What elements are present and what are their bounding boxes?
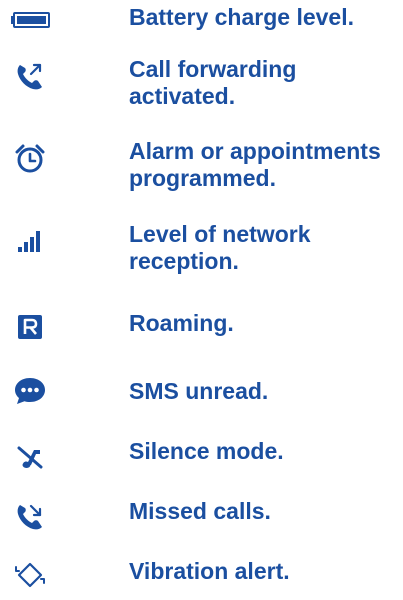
signal-bars-icon	[8, 225, 52, 259]
sms-unread-icon	[8, 374, 52, 408]
legend-label-silence-mode: Silence mode.	[129, 438, 284, 464]
silence-mode-icon	[8, 440, 52, 474]
legend-label-call-forwarding: Call forwarding activated.	[129, 56, 297, 109]
legend-label-roaming: Roaming.	[129, 310, 234, 336]
status-icon-legend: Battery charge level. Call forwarding ac…	[0, 0, 403, 600]
alarm-clock-icon	[8, 142, 52, 176]
legend-label-alarm: Alarm or appointments programmed.	[129, 138, 381, 191]
battery-icon	[8, 4, 52, 38]
legend-label-battery: Battery charge level.	[129, 4, 355, 30]
legend-label-sms-unread: SMS unread.	[129, 378, 269, 404]
vibration-icon	[8, 558, 52, 592]
legend-label-vibration: Vibration alert.	[129, 558, 290, 584]
roaming-icon	[8, 310, 52, 344]
legend-label-network-reception: Level of network reception.	[129, 221, 311, 274]
missed-calls-icon	[8, 500, 52, 534]
legend-label-missed-calls: Missed calls.	[129, 498, 271, 524]
call-forwarding-icon	[8, 60, 52, 94]
